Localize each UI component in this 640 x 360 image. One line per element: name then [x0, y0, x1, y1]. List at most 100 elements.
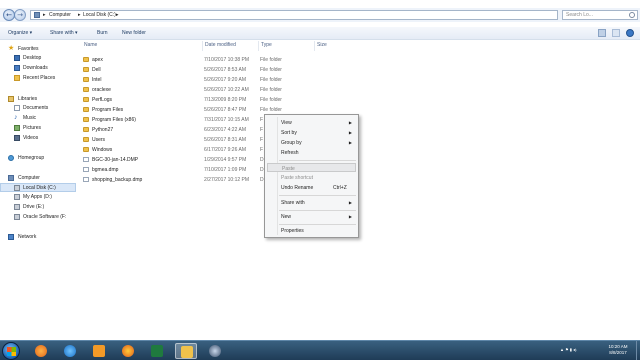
search-icon: [629, 12, 635, 18]
drive-icon: [14, 214, 20, 220]
nav-videos[interactable]: Videos: [0, 134, 76, 143]
videos-icon: [14, 135, 20, 141]
taskbar: ▲ ⚑ ▮ ◂) 10:20 AM 8/8/2017: [0, 340, 640, 360]
nav-oracle-software[interactable]: Oracle Software (F:: [0, 213, 76, 222]
search-input[interactable]: Search Lo...: [562, 10, 638, 20]
uc-browser-icon: [93, 345, 105, 357]
column-divider[interactable]: [314, 41, 315, 51]
folder-icon: [181, 346, 193, 358]
menu-separator: [279, 210, 356, 211]
submenu-arrow-icon: ▶: [348, 140, 352, 145]
nav-libraries[interactable]: Libraries: [0, 95, 76, 104]
column-divider[interactable]: [202, 41, 203, 51]
organize-button[interactable]: Organize ▾: [8, 30, 32, 36]
menu-separator: [279, 160, 356, 161]
forward-button[interactable]: →: [14, 9, 26, 21]
file-icon: [83, 167, 89, 172]
folder-icon: [83, 127, 89, 132]
nav-network[interactable]: Network: [0, 233, 76, 242]
nav-my-apps[interactable]: My Apps (D:): [0, 193, 76, 202]
menu-item-view[interactable]: View ▶: [267, 118, 356, 127]
nav-recent-places[interactable]: Recent Places: [0, 74, 76, 83]
recent-places-icon: [14, 75, 20, 81]
folder-icon: [83, 117, 89, 122]
drive-icon: [14, 185, 20, 191]
app-icon: [209, 345, 221, 357]
folder-icon: [83, 137, 89, 142]
nav-favorites[interactable]: ★ Favorites: [0, 45, 76, 54]
view-options-icon[interactable]: [598, 29, 606, 37]
taskbar-excel[interactable]: [146, 343, 168, 359]
menu-item-sort-by[interactable]: Sort by ▶: [267, 128, 356, 137]
back-arrow-icon: ←: [6, 11, 12, 19]
column-header-date[interactable]: Date modified: [205, 42, 236, 48]
desktop-icon: [14, 55, 20, 61]
computer-icon: [8, 175, 14, 181]
folder-icon: [83, 67, 89, 72]
menu-item-new[interactable]: New ▶: [267, 212, 356, 221]
new-folder-button[interactable]: New folder: [122, 30, 146, 36]
submenu-arrow-icon: ▶: [348, 200, 352, 205]
taskbar-uc-browser[interactable]: [88, 343, 110, 359]
taskbar-firefox[interactable]: [117, 343, 139, 359]
star-icon: ★: [8, 45, 15, 52]
taskbar-media-player[interactable]: [30, 343, 52, 359]
list-item[interactable]: apex 7/10/2017 10:38 PM File folder: [82, 56, 362, 65]
start-button[interactable]: [2, 342, 20, 360]
nav-computer[interactable]: Computer: [0, 174, 76, 183]
nav-documents[interactable]: Documents: [0, 104, 76, 113]
clock[interactable]: 10:20 AM 8/8/2017: [600, 344, 636, 356]
nav-pictures[interactable]: Pictures: [0, 124, 76, 133]
taskbar-windows-explorer[interactable]: [175, 343, 197, 359]
address-field[interactable]: ▸ Computer ▸ Local Disk (C:) ▸: [30, 10, 558, 20]
list-item[interactable]: PerfLogs 7/13/2009 8:20 PM File folder: [82, 96, 362, 105]
menu-item-group-by[interactable]: Group by ▶: [267, 138, 356, 147]
taskbar-app[interactable]: [204, 343, 226, 359]
nav-homegroup[interactable]: Homegroup: [0, 154, 76, 163]
menu-separator: [279, 224, 356, 225]
list-item[interactable]: Intel 5/26/2017 9:20 AM File folder: [82, 76, 362, 85]
navigation-pane: ★ Favorites Desktop Downloads Recent Pla…: [0, 41, 76, 341]
menu-item-undo-rename[interactable]: Undo Rename Ctrl+Z: [267, 183, 356, 192]
help-icon[interactable]: [626, 29, 634, 37]
internet-explorer-icon: [64, 345, 76, 357]
submenu-arrow-icon: ▶: [348, 130, 352, 135]
list-item[interactable]: Dell 5/26/2017 8:53 AM File folder: [82, 66, 362, 75]
menu-item-refresh[interactable]: Refresh: [267, 148, 356, 157]
nav-drive-e[interactable]: Drive (E:): [0, 203, 76, 212]
command-bar: Organize ▾ Share with ▾ Burn New folder: [0, 27, 640, 40]
drive-icon: [14, 194, 20, 200]
column-header-size[interactable]: Size: [317, 42, 327, 48]
column-divider[interactable]: [258, 41, 259, 51]
documents-icon: [14, 105, 20, 111]
nav-downloads[interactable]: Downloads: [0, 64, 76, 73]
homegroup-icon: [8, 155, 14, 161]
context-menu: View ▶ Sort by ▶ Group by ▶ Refresh Past…: [264, 114, 359, 238]
nav-local-disk[interactable]: Local Disk (C:): [0, 183, 76, 192]
firefox-icon: [122, 345, 134, 357]
folder-icon: [83, 147, 89, 152]
column-header-type[interactable]: Type: [261, 42, 272, 48]
taskbar-internet-explorer[interactable]: [59, 343, 81, 359]
menu-item-properties[interactable]: Properties: [267, 226, 356, 235]
menu-item-share-with[interactable]: Share with ▶: [267, 198, 356, 207]
nav-desktop[interactable]: Desktop: [0, 54, 76, 63]
nav-music[interactable]: ♪ Music: [0, 114, 76, 123]
submenu-arrow-icon: ▶: [348, 120, 352, 125]
column-header-name[interactable]: Name: [84, 42, 97, 48]
preview-pane-icon[interactable]: [612, 29, 620, 37]
address-bar: ← → ▸ Computer ▸ Local Disk (C:) ▸ Searc…: [0, 8, 640, 22]
windows-logo-icon: [7, 347, 16, 356]
forward-arrow-icon: →: [17, 11, 23, 19]
breadcrumb-local-disk[interactable]: Local Disk (C:): [83, 12, 116, 18]
libraries-icon: [8, 96, 14, 102]
share-with-button[interactable]: Share with ▾: [50, 30, 78, 36]
burn-button[interactable]: Burn: [97, 30, 108, 36]
breadcrumb-computer[interactable]: Computer: [49, 12, 71, 18]
list-item[interactable]: oraclexe 5/26/2017 10:22 AM File folder: [82, 86, 362, 95]
pictures-icon: [14, 125, 20, 131]
menu-item-paste[interactable]: Paste: [267, 163, 356, 172]
system-tray[interactable]: ▲ ⚑ ▮ ◂): [560, 347, 576, 352]
menu-item-paste-shortcut[interactable]: Paste shortcut: [267, 173, 356, 182]
show-desktop-button[interactable]: [636, 341, 640, 360]
